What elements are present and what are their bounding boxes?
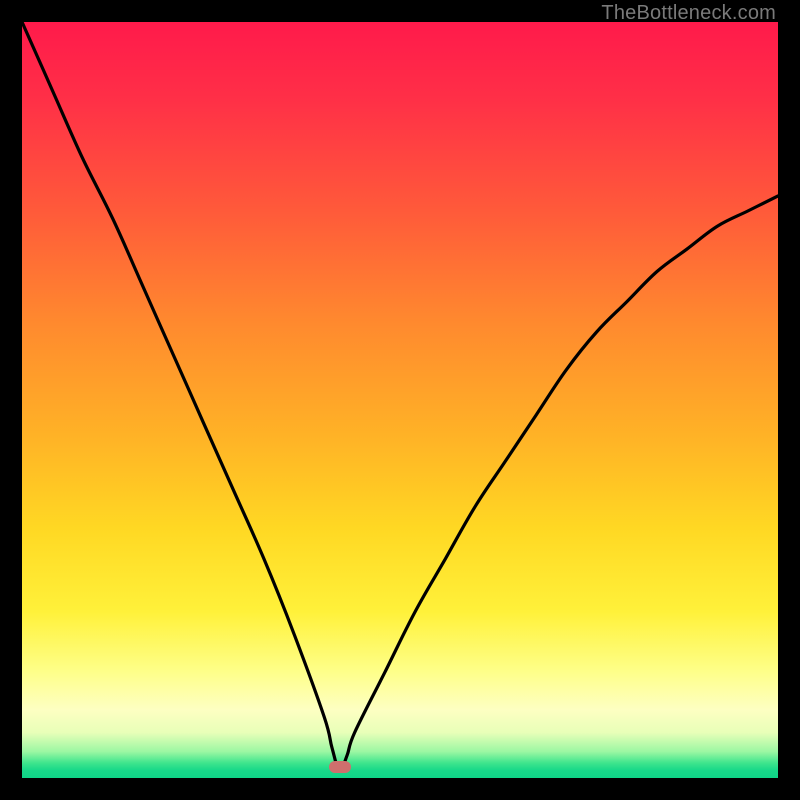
bottleneck-curve	[22, 22, 778, 778]
plot-area	[22, 22, 778, 778]
watermark-text: TheBottleneck.com	[601, 2, 776, 25]
minimum-marker	[329, 761, 351, 773]
chart-frame: TheBottleneck.com	[0, 0, 800, 800]
